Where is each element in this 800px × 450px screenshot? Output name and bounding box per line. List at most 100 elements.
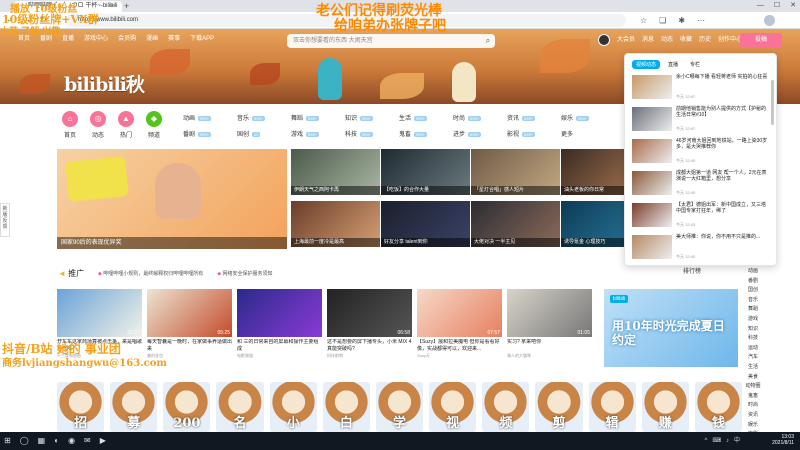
side-nav-item[interactable]: 动物圈 [744, 382, 762, 392]
nav-dynamic[interactable]: 动态 [661, 33, 673, 47]
category-8[interactable]: 番剧 999+ [183, 129, 212, 138]
promo-video-card[interactable]: 05:25 每天智囊是一晚时，在家做事养适做出来 美的金包 [147, 289, 232, 359]
side-nav-item[interactable]: 汽车 [744, 353, 762, 363]
nav-messages[interactable]: 消息 [642, 33, 654, 47]
side-feedback-tab[interactable]: 新版反馈 [0, 203, 10, 237]
channel-channels[interactable]: ◆ 频道 [143, 111, 165, 139]
recommend-video-2[interactable]: 「星灯合唱」感人短片 [471, 149, 560, 195]
recommend-video-0[interactable]: 伊朗天气之西阿卡再 [291, 149, 380, 195]
nav-item-shop[interactable]: 会员购 [118, 32, 136, 46]
side-nav-item[interactable]: 时尚 [744, 401, 762, 411]
ranking-link[interactable]: 排行榜 [683, 266, 701, 275]
nav-favorites[interactable]: 收藏 [680, 33, 692, 47]
popup-item[interactable]: 【太君】德姐出军：新中国成立，又三塔中国专家打狂年，稀了 今天 12:43 [632, 202, 770, 232]
app-icon[interactable]: ◐ [54, 434, 59, 448]
big-promo-card[interactable]: bilibili 用10年时光完成夏日约定 [604, 289, 738, 367]
ime-icon[interactable]: 中 [734, 435, 740, 447]
side-nav-item[interactable]: 科技 [744, 334, 762, 344]
search-taskbar-icon[interactable]: ◯ [20, 434, 29, 448]
category-1[interactable]: 音乐 999+ [237, 113, 266, 122]
recommend-video-5[interactable]: 好友分享 talent到你 [381, 201, 470, 247]
new-tab-button[interactable]: + [124, 1, 129, 12]
category-0[interactable]: 动画 999+ [183, 113, 212, 122]
side-nav-item[interactable]: 游戏 [744, 315, 762, 325]
settings-icon[interactable]: ⋯ [697, 14, 705, 27]
edge-icon[interactable]: ▶ [100, 434, 106, 448]
side-nav-item[interactable]: 知识 [744, 325, 762, 335]
recommend-video-1[interactable]: 【吃饭】的合作大量 [381, 149, 470, 195]
nav-item-game[interactable]: 游戏中心 [84, 32, 108, 46]
clock[interactable]: 13:03 2021/8/11 [772, 434, 794, 446]
promo-video-card[interactable]: 01:05 实习? 拿来吧你 湖人的大猫咪 [507, 289, 592, 359]
side-nav-item[interactable]: 运动 [744, 344, 762, 354]
side-nav-item[interactable]: 生活 [744, 363, 762, 373]
category-4[interactable]: 生活 999+ [399, 113, 428, 122]
volume-icon[interactable]: ♪ [726, 435, 729, 447]
bilibili-logo[interactable]: bilibili秋 [64, 70, 145, 97]
category-12[interactable]: 鬼畜 999+ [399, 129, 428, 138]
popup-item[interactable]: 前期他销售能为别人提供的方式【护秘的生活日常#10】 今天 12:57 [632, 106, 770, 136]
profile-avatar[interactable] [764, 15, 775, 26]
side-nav-item[interactable]: 国创 [744, 286, 762, 296]
taskview-icon[interactable]: ▦ [38, 434, 46, 448]
star-icon[interactable]: ☆ [640, 14, 647, 27]
side-nav-item[interactable]: 鬼畜 [744, 392, 762, 402]
nav-item-match[interactable]: 赛事 [168, 32, 180, 46]
side-nav-item[interactable]: 舞蹈 [744, 305, 762, 315]
recorder-icon[interactable]: ◉ [68, 434, 75, 448]
collections-icon[interactable]: ❏ [659, 14, 666, 27]
popup-scrollbar[interactable] [771, 80, 774, 125]
category-6[interactable]: 资讯 999+ [507, 113, 536, 122]
start-icon[interactable]: ⊞ [4, 434, 11, 448]
side-nav-item[interactable]: 动画 [744, 267, 762, 277]
category-13[interactable]: 进步 999+ [453, 129, 482, 138]
category-2[interactable]: 舞蹈 999+ [291, 113, 320, 122]
tray-expand-icon[interactable]: ^ [704, 435, 707, 447]
mail-icon[interactable]: ✉ [84, 434, 91, 448]
tab-video[interactable]: 视频动态 [632, 60, 661, 69]
nav-history[interactable]: 历史 [699, 33, 711, 47]
channel-dynamic[interactable]: ◎ 动态 [87, 111, 109, 139]
side-nav-item[interactable]: 美食 [744, 373, 762, 383]
nav-item-download[interactable]: 下载APP [190, 32, 214, 46]
nav-vip[interactable]: 大会员 [617, 33, 635, 47]
nav-item-live[interactable]: 直播 [62, 32, 74, 46]
promo-video-card[interactable]: 和 三的日常来自的屏幕和操作主要组成 电影频道 [237, 289, 322, 359]
category-7[interactable]: 娱乐 999+ [561, 113, 590, 122]
channel-hot[interactable]: ▲ 热门 [115, 111, 137, 139]
search-input[interactable]: 双击你想要看的东西 大闹天宫 [287, 34, 495, 48]
category-9[interactable]: 国创 29 [237, 129, 261, 138]
extensions-icon[interactable]: ✱ [678, 14, 685, 27]
tab-close-icon[interactable]: × [110, 1, 114, 12]
minimize-icon[interactable]: — [757, 0, 764, 12]
category-5[interactable]: 时尚 999+ [453, 113, 482, 122]
popup-item[interactable]: 46岁河南大姐回到地铁站，一路上染30岁多，是大哭推荐你 今天 12:49 [632, 138, 770, 168]
user-avatar[interactable] [598, 34, 610, 46]
nav-item-manga[interactable]: 漫画 [146, 32, 158, 46]
promo-video-card[interactable]: 07:57 【Suzy】展和拉美魔电 但你是看看好像，实战都得可以，欢迎来... S… [417, 289, 502, 359]
notice-2[interactable]: ◆ 网络安全保护服务须知 [217, 270, 272, 277]
side-nav-item[interactable]: 资讯 [744, 411, 762, 421]
category-15[interactable]: 更多 [561, 129, 573, 138]
popup-item[interactable]: 美大师推：你说，你不用不只是推的... 今天 12:40 [632, 234, 770, 264]
maximize-icon[interactable]: ☐ [774, 0, 780, 12]
side-nav-item[interactable]: 娱乐 [744, 421, 762, 431]
main-carousel[interactable]: 国家90后的表现优异奖 [57, 149, 287, 249]
promo-video-card[interactable]: 06:58 这不是想要的屏下播专头，小米 MIX 4 真能突破吗? 科技前哨 [327, 289, 412, 359]
category-10[interactable]: 游戏 999+ [291, 129, 320, 138]
tab-live[interactable]: 直播 [664, 60, 682, 69]
keyboard-icon[interactable]: ⌨ [712, 435, 721, 447]
notice-1[interactable]: ◆ 哔哩哔哩小规则，最终解释权归哔哩哔哩所有 [98, 270, 203, 277]
tab-article[interactable]: 专栏 [686, 60, 704, 69]
nav-creator[interactable]: 创作中心 [718, 33, 742, 47]
side-nav-item[interactable]: 番剧 [744, 277, 762, 287]
category-14[interactable]: 影视 999+ [507, 129, 536, 138]
popup-item[interactable]: 成都大姐第一道 网友 帮一个人，2元在表演说一大红箱里，想分享 今天 12:49 [632, 170, 770, 200]
upload-button[interactable]: 投稿 [740, 33, 782, 48]
popup-item[interactable]: 余小C哪每下播 看轻蒋老师 实拍的心狂喜 今天 12:57 [632, 74, 770, 104]
channel-home[interactable]: ⌂ 首页 [59, 111, 81, 139]
close-window-icon[interactable]: ✕ [790, 0, 796, 12]
side-nav-item[interactable]: 音乐 [744, 296, 762, 306]
recommend-video-4[interactable]: 上海最前一度冷是最高 [291, 201, 380, 247]
recommend-video-6[interactable]: 大佬对决 一半主见 [471, 201, 560, 247]
